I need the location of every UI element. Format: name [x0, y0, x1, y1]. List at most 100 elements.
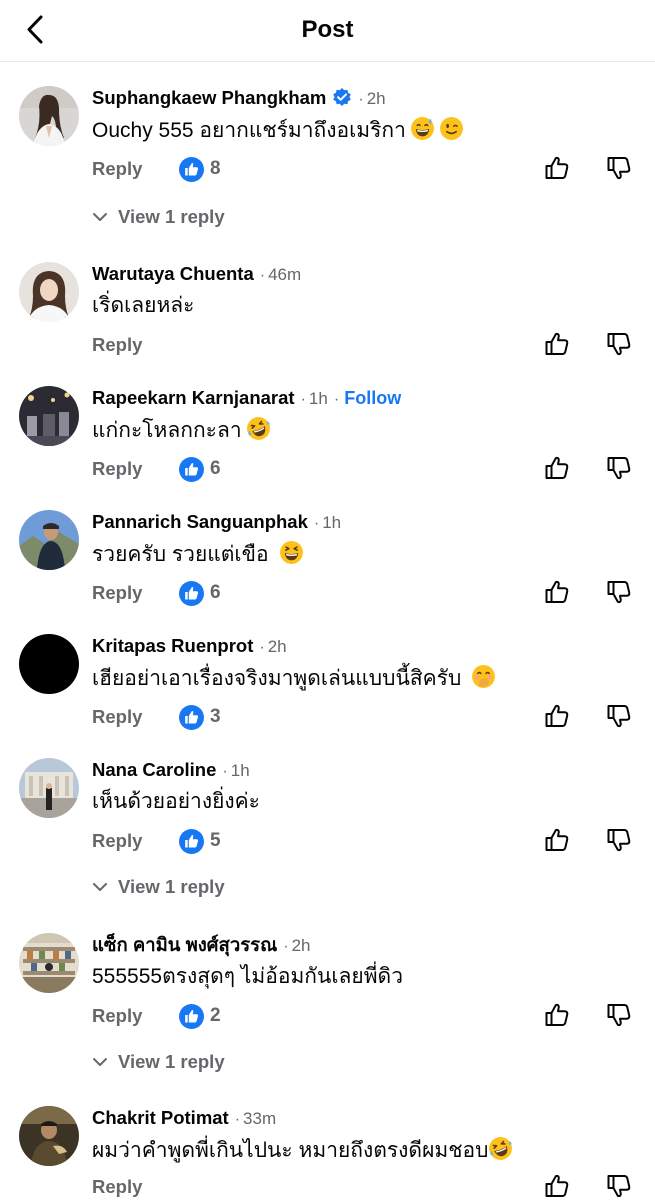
comment-time[interactable]: 46m	[268, 265, 301, 284]
thumbs-down-icon[interactable]	[605, 702, 633, 730]
comment-text: แก่กะโหลกกะลา	[92, 416, 271, 449]
hand-over-mouth-emoji	[471, 664, 496, 697]
verified-badge-icon	[332, 87, 352, 113]
comment-text: Ouchy 555 อยากแชร์มาถึงอเมริกา	[92, 116, 464, 149]
comment-time[interactable]: 2h	[292, 936, 311, 955]
grinning-squinting-emoji	[279, 540, 304, 573]
like-badge-icon	[179, 704, 204, 730]
reply-button[interactable]: Reply	[92, 582, 142, 604]
comment-text: เห็นด้วยอย่างยิ่งค่ะ	[92, 790, 260, 813]
separator-dot: ·	[358, 91, 364, 108]
comment-actions: Reply 3	[92, 704, 652, 734]
separator-dot: ·	[283, 938, 289, 955]
view-replies-button[interactable]: View 1 reply	[92, 1051, 225, 1073]
comment-actions: Reply 8	[92, 156, 652, 186]
like-summary[interactable]: 5	[179, 828, 221, 854]
comment-actions: Reply	[92, 332, 652, 362]
rofl-emoji	[488, 1136, 513, 1169]
comment-actions: Reply 6	[92, 456, 652, 486]
like-count: 6	[210, 582, 221, 603]
view-replies-button[interactable]: View 1 reply	[92, 206, 225, 228]
thumbs-up-icon[interactable]	[543, 578, 571, 606]
like-count: 8	[210, 158, 221, 179]
like-badge-icon	[179, 456, 204, 482]
comment-actions: Reply 5	[92, 828, 652, 858]
rofl-emoji	[246, 416, 271, 449]
reply-button[interactable]: Reply	[92, 1176, 142, 1198]
thumbs-down-icon[interactable]	[605, 1172, 633, 1200]
separator-dot: ·	[222, 763, 228, 780]
avatar[interactable]	[19, 262, 79, 322]
reply-button[interactable]: Reply	[92, 158, 142, 180]
comment-author[interactable]: Suphangkaew Phangkham	[92, 87, 326, 108]
thumbs-down-icon[interactable]	[605, 454, 633, 482]
like-summary[interactable]: 8	[179, 156, 221, 182]
comment-time[interactable]: 1h	[322, 513, 341, 532]
comment-author[interactable]: Nana Caroline	[92, 759, 216, 780]
comment-author[interactable]: Kritapas Ruenprot	[92, 635, 253, 656]
like-badge-icon	[179, 580, 204, 606]
separator-dot: ·	[234, 1111, 241, 1128]
comment-time[interactable]: 2h	[367, 89, 386, 108]
comment-author[interactable]: Rapeekarn Karnjanarat	[92, 387, 295, 408]
comment-actions: Reply 2	[92, 1003, 652, 1033]
like-summary[interactable]: 6	[179, 580, 221, 606]
avatar[interactable]	[19, 1106, 79, 1166]
reply-button[interactable]: Reply	[92, 830, 142, 852]
thumbs-down-icon[interactable]	[605, 154, 633, 182]
comment-text: 555555ตรงสุดๆ ไม่อ้อมกันเลยพี่ดิว	[92, 965, 403, 988]
comment-time[interactable]: 1h	[309, 389, 328, 408]
avatar[interactable]	[19, 86, 79, 146]
thumbs-down-icon[interactable]	[605, 330, 633, 358]
comment-author[interactable]: Warutaya Chuenta	[92, 263, 254, 284]
thumbs-up-icon[interactable]	[543, 154, 571, 182]
chevron-down-icon	[93, 1058, 107, 1066]
thumbs-down-icon[interactable]	[605, 1001, 633, 1029]
like-count: 5	[210, 830, 221, 851]
comment-text: เฮียอย่าเอาเรื่องจริงมาพูดเล่นแบบนี้สิคร…	[92, 664, 496, 697]
separator-dot: ·	[259, 639, 265, 656]
thumbs-up-icon[interactable]	[543, 1172, 571, 1200]
like-badge-icon	[179, 156, 204, 182]
grinning-sweat-emoji	[410, 116, 435, 149]
like-badge-icon	[179, 1003, 204, 1029]
like-summary[interactable]: 2	[179, 1003, 221, 1029]
comment-author[interactable]: Chakrit Potimat	[92, 1107, 229, 1128]
thumbs-down-icon[interactable]	[605, 826, 633, 854]
avatar[interactable]	[19, 510, 79, 570]
like-summary[interactable]: 3	[179, 704, 221, 730]
avatar[interactable]	[19, 634, 79, 694]
top-bar: Post	[0, 0, 655, 62]
comment-text: เริ่ดเลยหล่ะ	[92, 294, 195, 317]
avatar[interactable]	[19, 758, 79, 818]
comment-actions: Reply	[92, 1174, 652, 1200]
reply-button[interactable]: Reply	[92, 458, 142, 480]
comment-author[interactable]: Pannarich Sanguanphak	[92, 511, 308, 532]
comment-author[interactable]: แซ็ก คามิน พงศ์สุวรรณ	[92, 934, 277, 955]
winking-emoji	[439, 116, 464, 149]
separator-dot: ·	[313, 515, 320, 532]
thumbs-down-icon[interactable]	[605, 578, 633, 606]
like-badge-icon	[179, 828, 204, 854]
thumbs-up-icon[interactable]	[543, 702, 571, 730]
like-count: 6	[210, 458, 221, 479]
thumbs-up-icon[interactable]	[543, 826, 571, 854]
reply-button[interactable]: Reply	[92, 334, 142, 356]
reply-button[interactable]: Reply	[92, 1005, 142, 1027]
page-title: Post	[301, 16, 354, 43]
view-replies-button[interactable]: View 1 reply	[92, 876, 225, 898]
reply-button[interactable]: Reply	[92, 706, 142, 728]
thumbs-up-icon[interactable]	[543, 454, 571, 482]
separator-dot: ·	[259, 267, 266, 284]
thumbs-up-icon[interactable]	[543, 1001, 571, 1029]
comment-time[interactable]: 1h	[231, 761, 250, 780]
comment-text: ผมว่าคำพูดพี่เกินไปนะ หมายถึงตรงดีผมชอบ	[92, 1136, 513, 1169]
comment-time[interactable]: 33m	[243, 1109, 276, 1128]
avatar[interactable]	[19, 933, 79, 993]
chevron-down-icon	[93, 213, 107, 221]
like-summary[interactable]: 6	[179, 456, 221, 482]
follow-button[interactable]: Follow	[344, 388, 401, 408]
avatar[interactable]	[19, 386, 79, 446]
comment-time[interactable]: 2h	[268, 637, 287, 656]
thumbs-up-icon[interactable]	[543, 330, 571, 358]
